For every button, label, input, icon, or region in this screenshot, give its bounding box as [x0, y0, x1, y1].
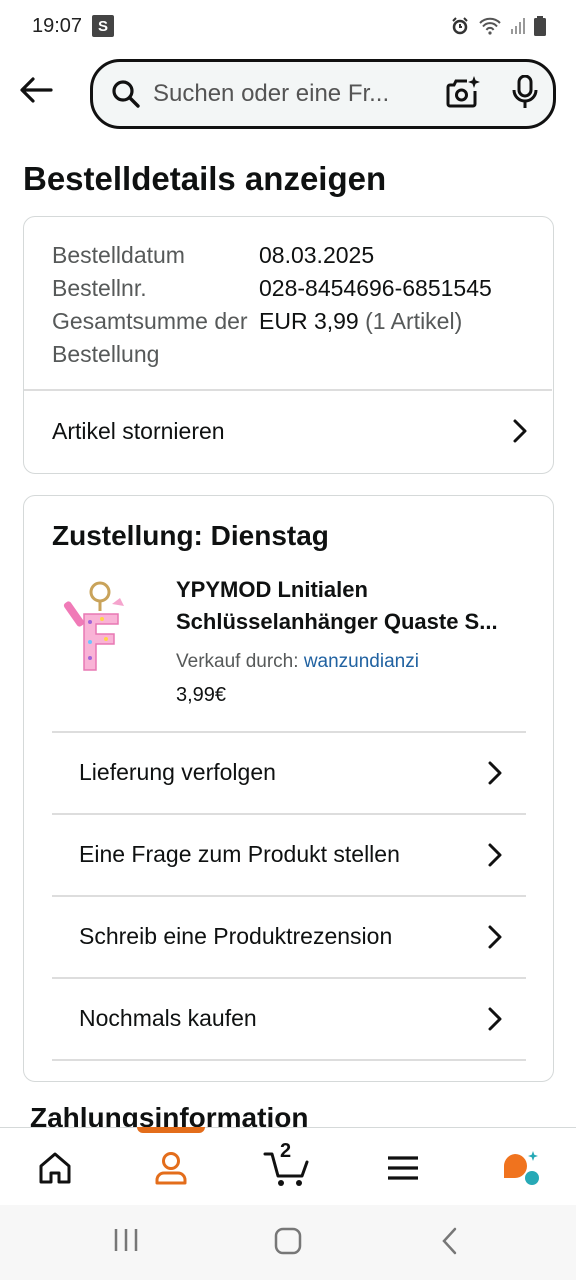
cancel-items-link[interactable]: Artikel stornieren	[52, 390, 530, 472]
nav-cart[interactable]: 2	[260, 1140, 316, 1190]
system-back-icon[interactable]	[440, 1227, 460, 1255]
chevron-right-icon	[488, 761, 502, 784]
page-title: Bestelldetails anzeigen	[23, 160, 387, 197]
cart-count-badge: 2	[280, 1140, 292, 1162]
status-time: 19:07	[32, 14, 83, 37]
buy-again-link[interactable]: Nochmals kaufen	[79, 978, 505, 1059]
nav-home[interactable]	[30, 1146, 80, 1190]
chevron-right-icon	[488, 925, 502, 948]
rufus-icon	[503, 1151, 539, 1185]
camera-search-button[interactable]	[445, 75, 481, 114]
battery-icon	[534, 16, 546, 36]
chevron-right-icon	[488, 1007, 502, 1030]
ask-product-question-label: Eine Frage zum Produkt stellen	[79, 841, 400, 867]
alarm-icon	[452, 17, 468, 35]
buy-again-label: Nochmals kaufen	[79, 1005, 257, 1031]
seller-prefix: Verkauf durch:	[176, 651, 299, 672]
order-date-value: 08.03.2025	[259, 242, 375, 268]
bottom-navigation: 2	[0, 1127, 576, 1205]
order-item-count: (1 Artikel)	[365, 308, 463, 334]
order-summary-card: Bestelldatum 08.03.2025 Bestellnr. 028-8…	[23, 216, 554, 474]
order-number-label: Bestellnr.	[52, 275, 147, 301]
home-icon	[39, 1152, 71, 1184]
status-s-badge: S	[92, 15, 115, 37]
account-icon	[155, 1152, 187, 1185]
system-navigation-bar	[0, 1205, 576, 1280]
chevron-right-icon	[488, 843, 502, 866]
nav-menu[interactable]	[378, 1146, 428, 1190]
order-date-label: Bestelldatum	[52, 242, 185, 268]
ask-product-question-link[interactable]: Eine Frage zum Produkt stellen	[79, 814, 505, 895]
order-number-value: 028-8454696-6851545	[259, 275, 492, 301]
camera-sparkle-icon	[446, 75, 480, 107]
status-icons	[450, 16, 546, 36]
product-price: 3,99€	[176, 684, 227, 706]
nav-rufus[interactable]	[496, 1146, 546, 1190]
voice-search-button[interactable]	[511, 74, 539, 114]
write-review-label: Schreib eine Produktrezension	[79, 923, 393, 949]
order-total-value: EUR 3,99 (1 Artikel)	[259, 305, 462, 371]
wifi-icon	[479, 17, 501, 35]
delivery-card: Zustellung: Dienstag F YPYMOD Lnitialen …	[23, 495, 554, 1082]
menu-icon	[388, 1156, 418, 1180]
active-tab-indicator	[137, 1127, 205, 1133]
cancel-items-label: Artikel stornieren	[52, 417, 225, 444]
home-button-icon[interactable]	[274, 1227, 302, 1255]
write-review-link[interactable]: Schreib eine Produktrezension	[79, 896, 505, 977]
seller-info: Verkauf durch: wanzundianzi	[176, 651, 419, 673]
recent-apps-icon[interactable]	[112, 1227, 140, 1253]
order-total-label: Gesamtsumme der Bestellung	[52, 308, 248, 367]
order-total-amount: EUR 3,99	[259, 308, 359, 334]
divider	[52, 1059, 526, 1061]
seller-link[interactable]: wanzundianzi	[304, 651, 419, 672]
search-icon	[112, 80, 140, 108]
delivery-title: Zustellung: Dienstag	[52, 520, 329, 551]
nav-account[interactable]	[146, 1146, 196, 1190]
search-header: Suchen oder eine Fr...	[0, 52, 576, 140]
order-date-row: Bestelldatum 08.03.2025	[52, 239, 492, 272]
status-bar: 19:07 S	[0, 0, 576, 52]
search-input[interactable]: Suchen oder eine Fr...	[153, 80, 437, 108]
product-title-link[interactable]: YPYMOD Lnitialen Schlüsselanhänger Quast…	[176, 574, 536, 638]
product-image[interactable]: F	[60, 578, 138, 674]
back-button[interactable]	[16, 70, 56, 110]
microphone-icon	[512, 74, 538, 108]
track-delivery-link[interactable]: Lieferung verfolgen	[79, 732, 505, 813]
signal-icon	[511, 18, 525, 34]
order-details: Bestelldatum 08.03.2025 Bestellnr. 028-8…	[52, 239, 492, 371]
order-number-row: Bestellnr. 028-8454696-6851545	[52, 272, 492, 305]
back-arrow-icon	[20, 77, 53, 103]
search-bar[interactable]: Suchen oder eine Fr...	[90, 59, 556, 129]
track-delivery-label: Lieferung verfolgen	[79, 759, 276, 785]
payment-info-heading: Zahlungsinformation	[30, 1102, 309, 1128]
keychain-image: F	[63, 581, 124, 671]
order-total-row: Gesamtsumme der Bestellung EUR 3,99 (1 A…	[52, 305, 492, 371]
chevron-right-icon	[513, 419, 527, 443]
